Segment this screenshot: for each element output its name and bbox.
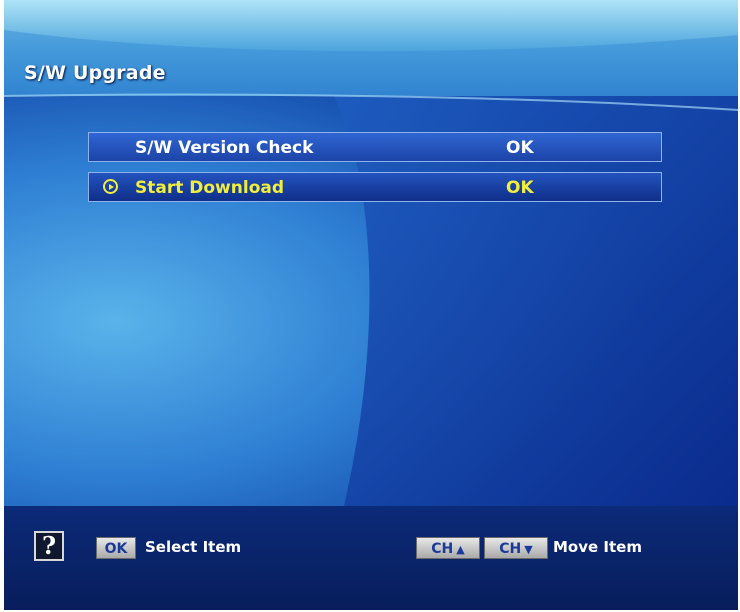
menu-item-version-check[interactable]: S/W Version Check OK [88, 132, 662, 162]
menu-item-value: OK [506, 178, 534, 198]
ch-up-key-icon: CH ▲ [416, 537, 480, 559]
ch-down-key-icon: CH ▼ [484, 537, 548, 559]
play-circle-icon [103, 179, 118, 194]
menu-item-label: Start Download [135, 178, 285, 198]
menu-item-value: OK [506, 138, 534, 158]
background-graphic [4, 0, 738, 610]
menu-item-label: S/W Version Check [135, 138, 314, 158]
ok-key-icon: OK [96, 537, 136, 559]
move-item-label: Move Item [553, 538, 642, 556]
page-title: S/W Upgrade [24, 62, 166, 84]
upgrade-screen: S/W Upgrade S/W Version Check OK Start D… [4, 0, 738, 610]
question-mark-icon[interactable]: ? [34, 531, 64, 561]
select-item-label: Select Item [145, 538, 242, 556]
menu-item-start-download[interactable]: Start Download OK [88, 172, 662, 202]
